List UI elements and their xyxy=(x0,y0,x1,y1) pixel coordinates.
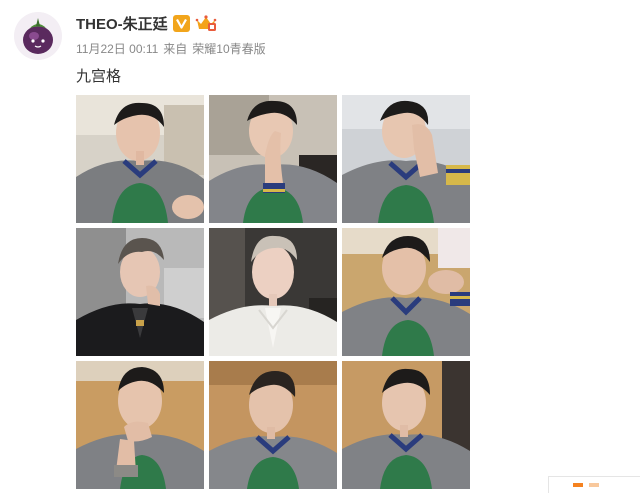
photo-1[interactable] xyxy=(76,95,204,223)
accent-bar-light-icon xyxy=(589,483,599,487)
photo-6[interactable] xyxy=(342,228,470,356)
mangosteen-avatar-icon xyxy=(14,12,62,60)
author-name[interactable]: THEO-朱正廷 xyxy=(76,13,168,34)
verified-badge-icon[interactable] xyxy=(172,14,190,32)
post-date[interactable]: 11月22日 00:11 xyxy=(76,40,158,57)
post-text: 九宫格 xyxy=(76,68,122,85)
floating-widget[interactable] xyxy=(548,476,640,493)
photo-7[interactable] xyxy=(76,361,204,489)
photo-grid xyxy=(76,95,470,489)
source-prefix: 来自 xyxy=(163,42,188,56)
photo-5[interactable] xyxy=(209,228,337,356)
photo-9[interactable] xyxy=(342,361,470,489)
avatar[interactable] xyxy=(14,12,62,60)
photo-4[interactable] xyxy=(76,228,204,356)
source-device[interactable]: 荣耀10青春版 xyxy=(192,40,265,57)
photo-2[interactable] xyxy=(209,95,337,223)
crown-member-icon[interactable] xyxy=(195,14,217,32)
post-meta: 11月22日 00:11 来自 荣耀10青春版 xyxy=(76,40,266,57)
accent-bar-icon xyxy=(573,483,583,487)
photo-8[interactable] xyxy=(209,361,337,489)
post-header: THEO-朱正廷 xyxy=(76,12,217,34)
photo-3[interactable] xyxy=(342,95,470,223)
